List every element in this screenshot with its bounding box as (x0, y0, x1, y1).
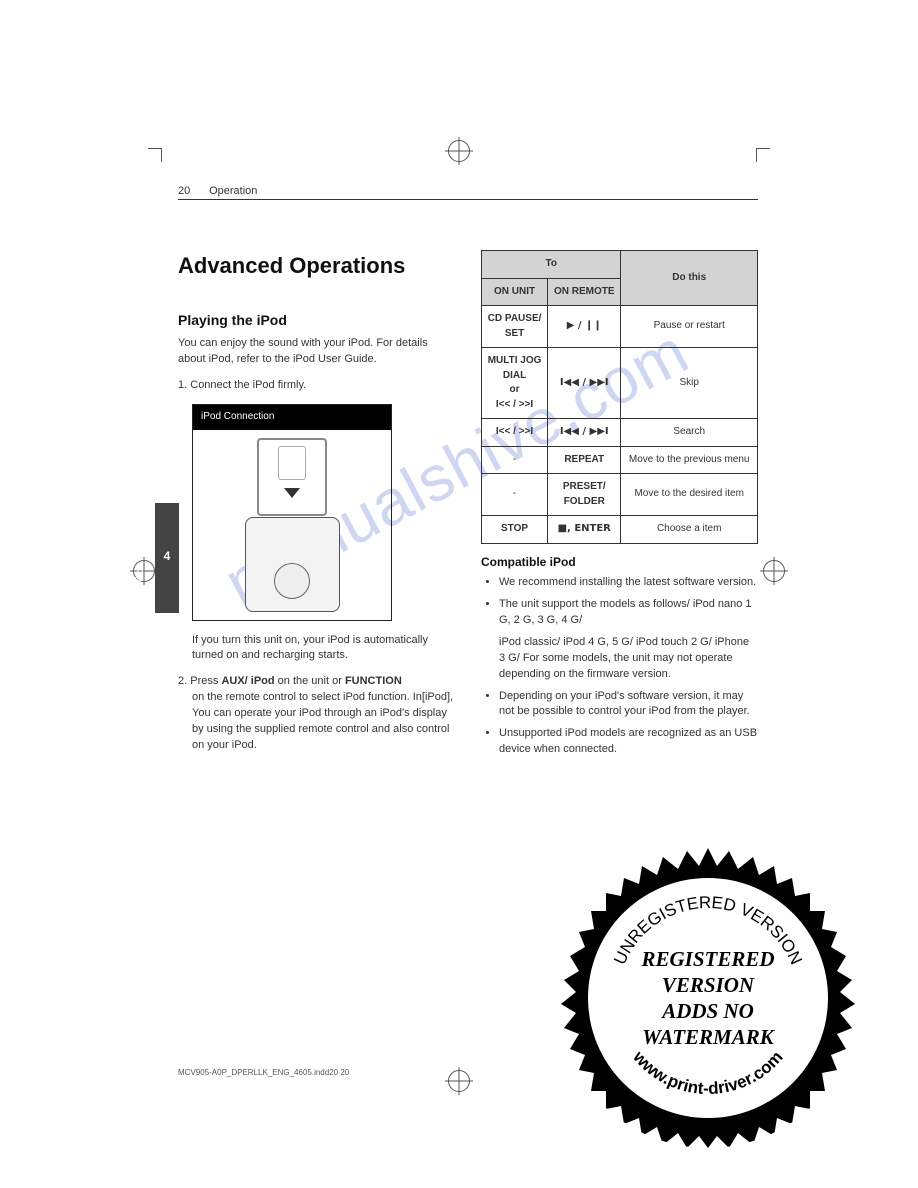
step2-text: Press AUX/ iPod on the unit or FUNCTION (190, 675, 402, 687)
th-to: To (482, 251, 621, 279)
audio-unit-icon (245, 517, 340, 612)
page-title: Advanced Operations (178, 250, 455, 282)
controls-table: To Do this ON UNIT ON REMOTE CD PAUSE/ S… (481, 250, 758, 544)
cell-remote: ▶ / ❙❙ (567, 320, 602, 331)
text-bold: FUNCTION (345, 675, 402, 687)
list-item-continued: iPod classic/ iPod 4 G, 5 G/ iPod touch … (481, 635, 758, 683)
cell-unit: CD PAUSE/ SET (488, 313, 542, 339)
stamp-line: VERSION (662, 972, 754, 998)
table-row: - PRESET/ FOLDER Move to the desired ite… (482, 474, 758, 516)
crop-mark (148, 148, 162, 149)
cell-unit: MULTI JOG DIAL or I<< / >>I (488, 355, 542, 410)
crop-mark (161, 148, 162, 162)
text: on the unit or (275, 675, 345, 687)
intro-text: You can enjoy the sound with your iPod. … (178, 336, 455, 368)
section-heading: Playing the iPod (178, 310, 455, 330)
figure-caption: iPod Connection (193, 405, 391, 430)
cell-unit: STOP (501, 523, 528, 534)
step-text: Connect the iPod firmly. (190, 379, 306, 391)
table-row: MULTI JOG DIAL or I<< / >>I I◀◀ / ▶▶I Sk… (482, 348, 758, 419)
cell-remote: PRESET/ FOLDER (563, 481, 606, 507)
down-arrow-icon (284, 488, 300, 498)
after-figure-text: If you turn this unit on, your iPod is a… (192, 633, 455, 665)
cell-do: Move to the desired item (621, 474, 758, 516)
text: Press (190, 675, 221, 687)
stamp-line: ADDS NO (662, 998, 754, 1024)
cell-do: Skip (621, 348, 758, 419)
list-item: We recommend installing the latest softw… (499, 575, 758, 591)
list-item: The unit support the models as follows/ … (499, 597, 758, 629)
text-bold: AUX/ iPod (221, 675, 274, 687)
th-do: Do this (621, 251, 758, 306)
table-row: STOP ■, ENTER Choose a item (482, 516, 758, 544)
cell-do: Move to the previous menu (621, 446, 758, 474)
cell-do: Search (621, 419, 758, 447)
stamp-center-text: REGISTERED VERSION ADDS NO WATERMARK (604, 894, 812, 1102)
compat-list: Depending on your iPod's software versio… (481, 689, 758, 759)
compat-heading: Compatible iPod (481, 554, 758, 571)
cell-unit: I<< / >>I (496, 426, 533, 437)
step-number: 1. (178, 379, 187, 391)
table-row: I<< / >>I I◀◀ / ▶▶I Search (482, 419, 758, 447)
page-number: 20 (178, 185, 206, 197)
figure-body (193, 430, 391, 620)
chapter-label: Operation (135, 569, 145, 613)
left-column: Advanced Operations Playing the iPod You… (178, 250, 455, 764)
stamp-line: WATERMARK (642, 1024, 774, 1050)
cell-remote: REPEAT (564, 454, 604, 465)
jog-dial-icon (274, 563, 310, 599)
ipod-connection-figure: iPod Connection (192, 404, 392, 621)
th-remote: ON REMOTE (548, 278, 621, 306)
table-row: - REPEAT Move to the previous menu (482, 446, 758, 474)
chapter-number: 4 (155, 549, 179, 563)
watermark-stamp: UNREGISTERED VERSION www.print-driver.co… (558, 848, 858, 1148)
list-item: Depending on your iPod's software versio… (499, 689, 758, 721)
chapter-side-tab: 4 Operation (155, 503, 179, 613)
registration-mark-icon (448, 1070, 470, 1092)
compat-list: We recommend installing the latest softw… (481, 575, 758, 629)
th-unit: ON UNIT (482, 278, 548, 306)
page-header: 20 Operation (178, 185, 758, 200)
cell-unit: - (482, 446, 548, 474)
step2-continued: on the remote control to select iPod fun… (178, 690, 455, 754)
cell-do: Choose a item (621, 516, 758, 544)
table-row: CD PAUSE/ SET ▶ / ❙❙ Pause or restart (482, 306, 758, 348)
registration-mark-icon (763, 560, 785, 582)
list-item: Unsupported iPod models are recognized a… (499, 726, 758, 758)
cell-do: Pause or restart (621, 306, 758, 348)
ipod-screen-icon (278, 446, 306, 480)
page-section: Operation (209, 185, 257, 197)
cell-remote: ■, ENTER (558, 523, 611, 534)
stamp-line: REGISTERED (641, 946, 774, 972)
ipod-icon (257, 438, 327, 516)
step-number: 2. (178, 675, 187, 687)
registration-mark-icon (448, 140, 470, 162)
right-column: To Do this ON UNIT ON REMOTE CD PAUSE/ S… (481, 250, 758, 764)
crop-mark (756, 148, 757, 162)
page-content: 20 Operation Advanced Operations Playing… (178, 185, 758, 764)
footer-filename: MCV905-A0P_DPERLLK_ENG_4605.indd20 20 (178, 1068, 349, 1077)
cell-unit: - (482, 474, 548, 516)
cell-remote: I◀◀ / ▶▶I (560, 377, 609, 388)
cell-remote: I◀◀ / ▶▶I (560, 426, 609, 437)
crop-mark (756, 148, 770, 149)
